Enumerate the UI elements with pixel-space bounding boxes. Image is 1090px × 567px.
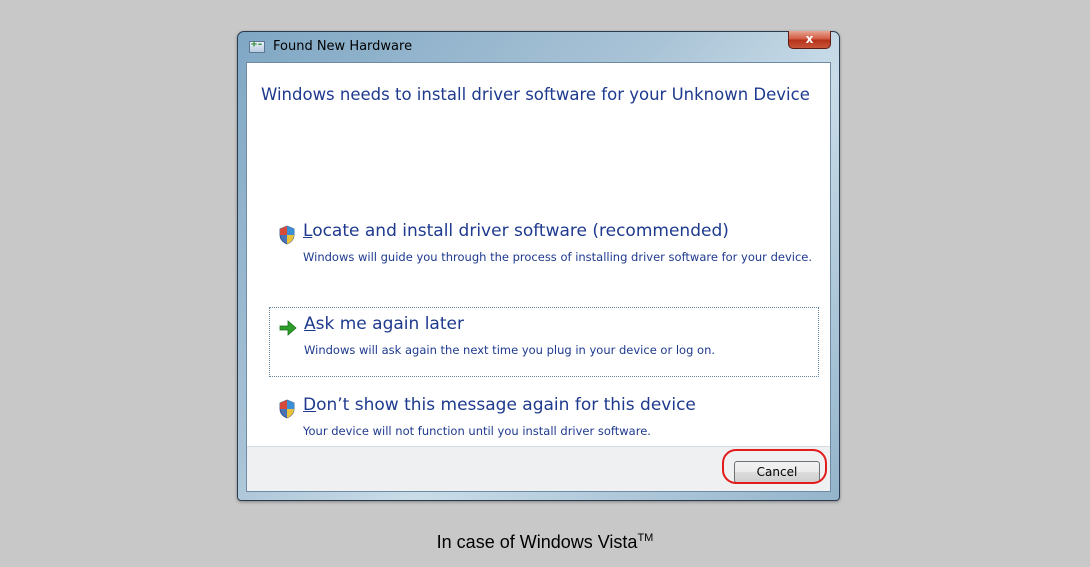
window-title: Found New Hardware xyxy=(273,39,413,54)
option-title: Locate and install driver software (reco… xyxy=(303,221,729,241)
dialog-body: Windows needs to install driver software… xyxy=(246,62,831,492)
found-new-hardware-dialog: +- Found New Hardware x Windows needs to… xyxy=(237,31,840,501)
dialog-headline: Windows needs to install driver software… xyxy=(261,85,810,104)
hardware-icon: +- xyxy=(249,39,265,53)
cancel-highlight-ring xyxy=(722,449,827,484)
option-title: Don’t show this message again for this d… xyxy=(303,395,696,415)
title-bar[interactable]: +- Found New Hardware x xyxy=(238,31,839,60)
option-description: Your device will not function until you … xyxy=(303,424,651,438)
shield-icon xyxy=(279,225,295,245)
option-description: Windows will ask again the next time you… xyxy=(304,343,716,357)
shield-icon xyxy=(279,399,295,419)
option-locate-install[interactable]: Locate and install driver software (reco… xyxy=(269,215,819,285)
arrow-right-icon xyxy=(279,320,297,336)
screenshot-stage: +- Found New Hardware x Windows needs to… xyxy=(0,0,1090,567)
figure-caption: In case of Windows VistaTM xyxy=(436,532,654,552)
option-ask-later[interactable]: Ask me again later Windows will ask agai… xyxy=(269,307,819,377)
option-title: Ask me again later xyxy=(304,314,464,334)
option-description: Windows will guide you through the proce… xyxy=(303,250,812,264)
close-button[interactable]: x xyxy=(788,31,831,49)
